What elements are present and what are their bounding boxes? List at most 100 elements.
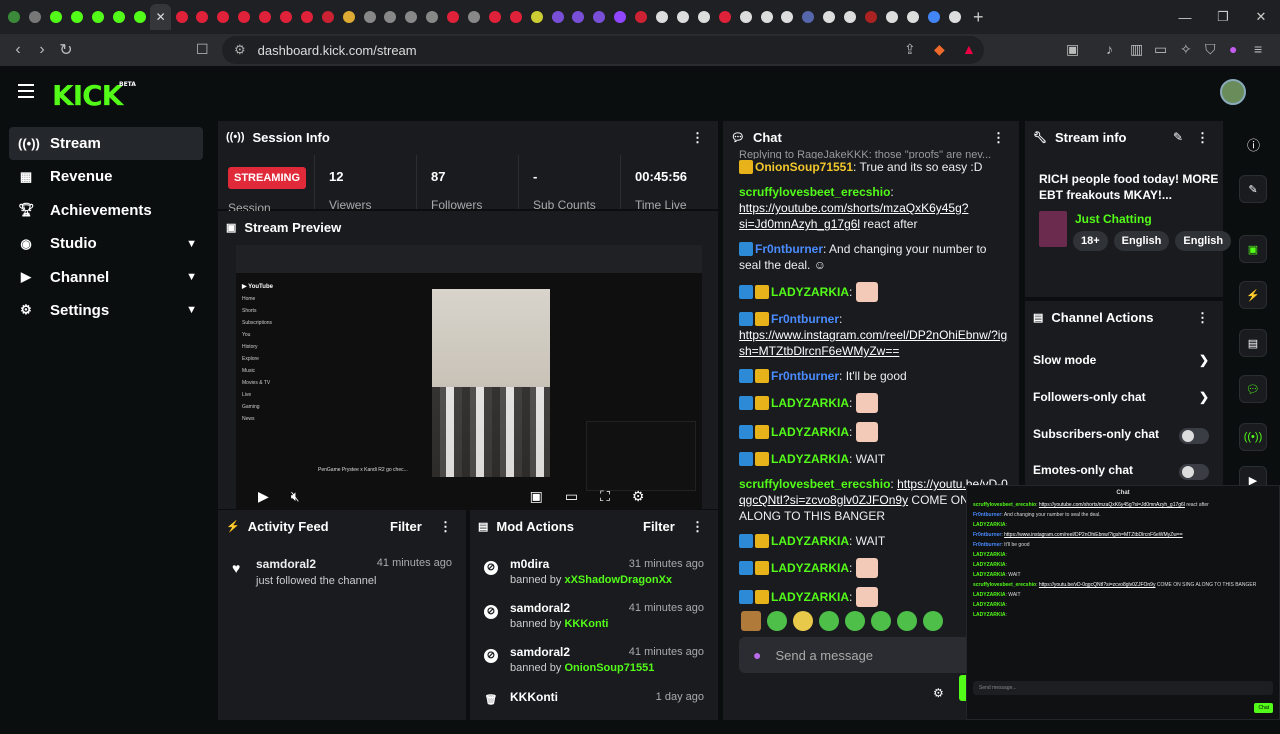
pip-icon[interactable]: ▣ xyxy=(530,488,543,505)
wallet-icon[interactable]: ▭ xyxy=(1154,41,1167,58)
browser-tab[interactable] xyxy=(67,4,88,30)
filter-button[interactable]: Filter xyxy=(390,519,422,534)
browser-tab[interactable] xyxy=(902,4,923,30)
chat-link[interactable]: https://www.instagram.com/reel/DP2nOhiEb… xyxy=(1004,532,1183,538)
lightning-icon[interactable]: ⚡ xyxy=(1239,281,1267,309)
browser-tab[interactable] xyxy=(693,4,714,30)
filter-button[interactable]: Filter xyxy=(643,519,675,534)
sidebar-item-channel[interactable]: ▶ Channel ▼ xyxy=(9,261,203,294)
screenshot-icon[interactable]: ▣ xyxy=(1066,41,1079,58)
chat-username[interactable]: LADYZARKIA xyxy=(973,552,1006,558)
more-options-icon[interactable]: ⋮ xyxy=(1196,130,1209,146)
microphone-icon[interactable]: ● xyxy=(753,647,761,663)
sidebar-item-studio[interactable]: ◉ Studio ▼ xyxy=(9,227,203,260)
browser-tab[interactable] xyxy=(234,4,255,30)
minimize-icon[interactable]: — xyxy=(1166,0,1204,34)
browser-tab[interactable] xyxy=(652,4,673,30)
chat-username[interactable]: scruffylovesbeet_erecshio xyxy=(973,582,1036,588)
restore-icon[interactable]: ❐ xyxy=(1204,0,1242,34)
forward-icon[interactable]: › xyxy=(30,41,54,59)
info-icon[interactable]: ⓘ xyxy=(1247,135,1260,154)
gear-icon[interactable]: ⚙ xyxy=(632,488,645,505)
browser-tab[interactable] xyxy=(610,4,631,30)
sidebar-icon[interactable]: ▥ xyxy=(1130,41,1143,58)
chat-username[interactable]: Fr0ntburner xyxy=(755,242,823,256)
browser-tab[interactable] xyxy=(777,4,798,30)
close-icon[interactable]: ✕ xyxy=(156,10,166,24)
browser-tab[interactable] xyxy=(589,4,610,30)
browser-tab-active[interactable]: ✕ xyxy=(150,4,172,30)
browser-tab[interactable] xyxy=(631,4,652,30)
browser-tab[interactable] xyxy=(840,4,861,30)
browser-tab[interactable] xyxy=(798,4,819,30)
browser-tab[interactable] xyxy=(673,4,694,30)
leo-icon[interactable]: ✧ xyxy=(1180,41,1192,58)
chat-username[interactable]: LADYZARKIA xyxy=(973,572,1006,578)
browser-tab[interactable] xyxy=(108,4,129,30)
browser-tab[interactable] xyxy=(714,4,735,30)
browser-tab[interactable] xyxy=(276,4,297,30)
more-options-icon[interactable]: ⋮ xyxy=(992,130,1005,146)
share-icon[interactable]: ⇪ xyxy=(904,41,916,58)
chat-username[interactable]: Fr0ntburner xyxy=(771,312,839,326)
browser-tab[interactable] xyxy=(129,4,150,30)
chat-username[interactable]: scruffylovesbeet_erecshio xyxy=(739,185,890,199)
mod-target[interactable]: m0dira xyxy=(510,557,549,571)
browser-tab[interactable] xyxy=(526,4,547,30)
emote-icon[interactable] xyxy=(923,611,943,631)
chat-username[interactable]: LADYZARKIA xyxy=(973,522,1006,528)
browser-tab[interactable] xyxy=(296,4,317,30)
avatar[interactable] xyxy=(1220,79,1246,105)
play-icon[interactable]: ▶ xyxy=(258,488,269,505)
browser-tab[interactable] xyxy=(25,4,46,30)
chat-username[interactable]: LADYZARKIA xyxy=(771,452,849,466)
browser-tab[interactable] xyxy=(547,4,568,30)
category-thumbnail[interactable] xyxy=(1039,211,1067,247)
browser-tab[interactable] xyxy=(881,4,902,30)
more-options-icon[interactable]: ⋮ xyxy=(691,519,704,535)
browser-tab[interactable] xyxy=(735,4,756,30)
bookmark-icon[interactable]: ☐ xyxy=(196,41,209,58)
popout-chat-input[interactable]: Send message... xyxy=(973,681,1273,695)
browser-tab[interactable] xyxy=(923,4,944,30)
mod-target[interactable]: samdoral2 xyxy=(510,645,570,659)
slow-mode-row[interactable]: Slow mode ❯ xyxy=(1033,353,1209,373)
profile-icon[interactable]: ● xyxy=(1229,41,1237,57)
browser-tab[interactable] xyxy=(401,4,422,30)
mod-actor-name[interactable]: OnionSoup71551 xyxy=(564,662,654,674)
sidebar-item-achievements[interactable]: 🏆︎ Achievements xyxy=(9,194,203,227)
browser-tab[interactable] xyxy=(484,4,505,30)
gear-icon[interactable]: ⚙ xyxy=(933,686,944,700)
browser-tab[interactable] xyxy=(255,4,276,30)
chat-username[interactable]: LADYZARKIA xyxy=(973,602,1006,608)
sidebar-item-settings[interactable]: ⚙ Settings ▼ xyxy=(9,294,203,327)
emote-icon[interactable] xyxy=(741,611,761,631)
tag-pill[interactable]: 18+ xyxy=(1073,231,1108,251)
chat-username[interactable]: Fr0ntburner xyxy=(973,532,1001,538)
browser-tab[interactable] xyxy=(422,4,443,30)
browser-tab[interactable] xyxy=(944,4,965,30)
chat-link[interactable]: https://youtu.be/vD-0qgcQNtI?si=zcvo8glv… xyxy=(1039,582,1156,588)
document-icon[interactable]: ▤ xyxy=(1239,329,1267,357)
chat-username[interactable]: scruffylovesbeet_erecshio xyxy=(739,477,890,491)
chat-username[interactable]: LADYZARKIA xyxy=(973,592,1006,598)
browser-tab[interactable] xyxy=(505,4,526,30)
browser-tab[interactable] xyxy=(359,4,380,30)
browser-tab[interactable] xyxy=(4,4,25,30)
emote-icon[interactable] xyxy=(819,611,839,631)
music-icon[interactable]: ♪ xyxy=(1106,41,1113,57)
browser-tab[interactable] xyxy=(338,4,359,30)
chat-username[interactable]: OnionSoup71551 xyxy=(755,160,853,174)
screenshot-icon[interactable]: ▣ xyxy=(1239,235,1267,263)
emote-icon[interactable] xyxy=(793,611,813,631)
browser-tab[interactable] xyxy=(756,4,777,30)
emote-icon[interactable] xyxy=(897,611,917,631)
theater-icon[interactable]: ▭ xyxy=(565,488,578,505)
sidebar-item-stream[interactable]: ((•)) Stream xyxy=(9,127,203,160)
mod-actor-name[interactable]: KKKonti xyxy=(564,618,608,630)
chat-username[interactable]: Fr0ntburner xyxy=(771,369,839,383)
browser-tab[interactable] xyxy=(317,4,338,30)
mod-actor-name[interactable]: xXShadowDragonXx xyxy=(564,574,672,586)
chat-link[interactable]: https://youtube.com/shorts/mzaQxK6y45g?s… xyxy=(739,201,968,231)
browser-tab[interactable] xyxy=(819,4,840,30)
